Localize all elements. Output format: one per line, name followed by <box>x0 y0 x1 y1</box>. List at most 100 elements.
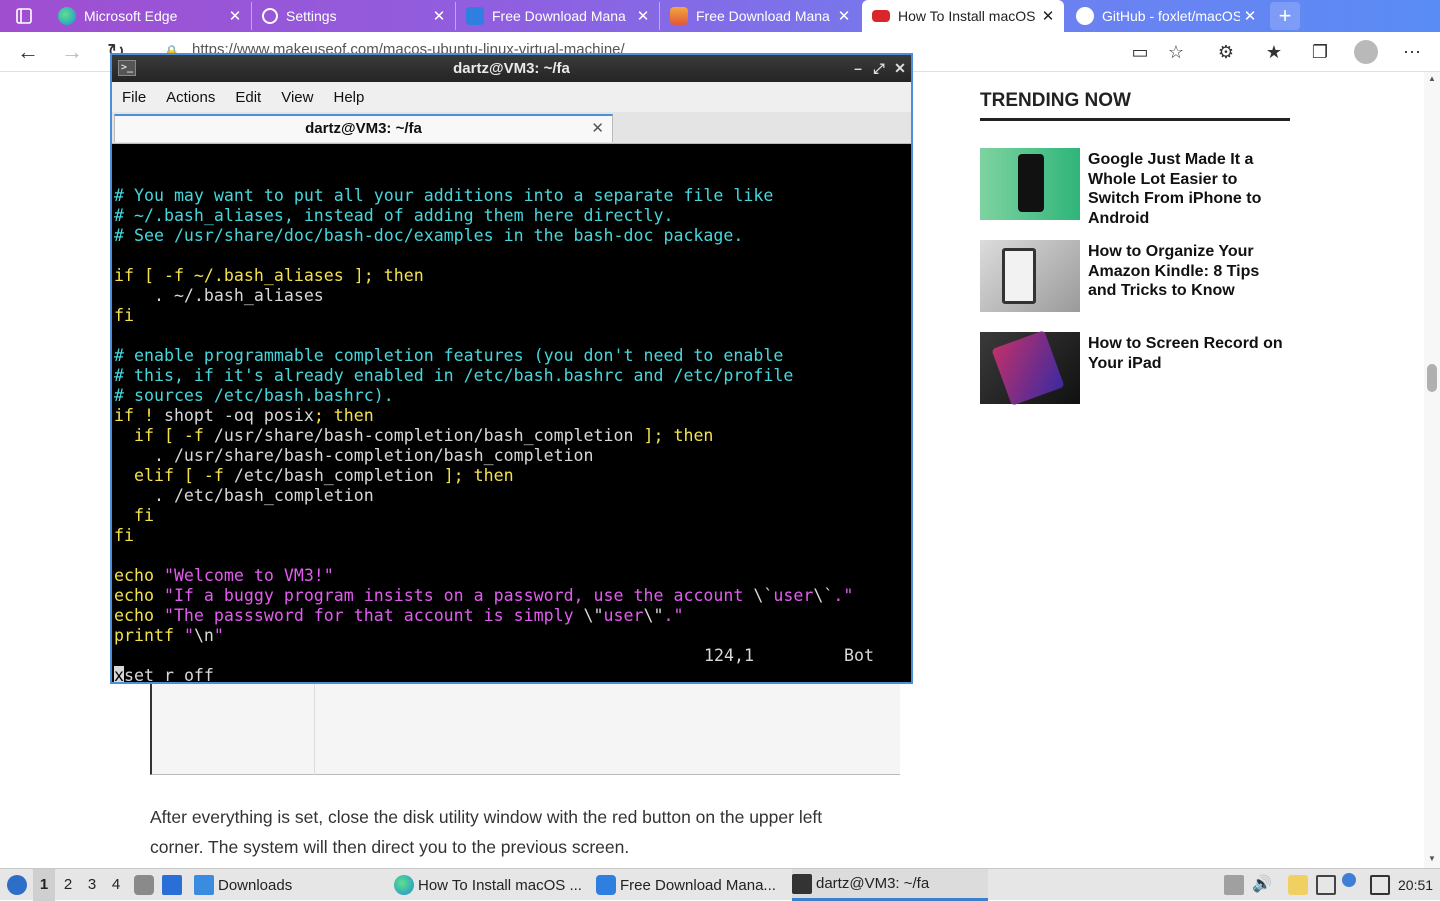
trending-article[interactable]: How to Screen Record on Your iPad <box>980 330 1290 406</box>
favorites-icon[interactable]: ★ <box>1262 40 1286 64</box>
scrollbar-thumb[interactable] <box>1427 364 1437 392</box>
menu-edit[interactable]: Edit <box>225 89 271 106</box>
terminal-menubar: File Actions Edit View Help <box>112 82 911 112</box>
task-terminal[interactable]: dartz@VM3: ~/fa <box>792 869 988 901</box>
terminal-text-segment: ]; then <box>633 426 714 445</box>
file-manager-launcher[interactable] <box>134 869 158 901</box>
tab-title: Free Download Mana <box>696 8 830 24</box>
menu-help[interactable]: Help <box>323 89 374 106</box>
terminal-tab[interactable]: dartz@VM3: ~/fa ✕ <box>114 114 613 142</box>
article-screenshot-image <box>150 680 900 775</box>
page-scrollbar[interactable]: ▲ ▼ <box>1424 72 1440 868</box>
tab-title: Free Download Mana <box>492 8 626 24</box>
terminal-tab-close-icon[interactable]: ✕ <box>591 116 604 142</box>
display-tray-icon[interactable] <box>1316 875 1336 895</box>
menu-actions[interactable]: Actions <box>156 89 225 106</box>
show-desktop-launcher[interactable] <box>162 869 186 901</box>
workspace-3[interactable]: 3 <box>81 869 103 901</box>
terminal-line: . /usr/share/bash-completion/bash_comple… <box>114 446 909 466</box>
tab-actions-icon <box>16 8 32 24</box>
terminal-text-segment: if [ -f ~/.bash_aliases ]; <box>114 266 384 285</box>
tab-github-foxlet[interactable]: GitHub - foxlet/macOS ✕ <box>1066 2 1266 30</box>
close-window-button[interactable]: ✕ <box>890 55 910 82</box>
trending-article-title[interactable]: How to Screen Record on Your iPad <box>1088 334 1290 404</box>
workspace-1[interactable]: 1 <box>33 869 55 901</box>
task-downloads[interactable]: Downloads <box>194 869 334 901</box>
tab-microsoft-edge[interactable]: Microsoft Edge ✕ <box>48 2 252 30</box>
terminal-text-segment: set r off <box>124 666 214 682</box>
tab-actions-button[interactable] <box>0 0 48 32</box>
reader-mode-icon[interactable]: ▭ <box>1128 40 1152 64</box>
tab-close-icon[interactable]: ✕ <box>1038 7 1058 25</box>
clipboard-tray-icon[interactable] <box>1224 875 1244 895</box>
terminal-text-segment: echo <box>114 566 164 585</box>
volume-icon[interactable]: 🔊 <box>1252 875 1272 895</box>
terminal-window-title: dartz@VM3: ~/fa <box>453 60 570 77</box>
tab-close-icon[interactable]: ✕ <box>633 7 653 25</box>
minimize-button[interactable]: – <box>848 55 868 82</box>
scroll-down-arrow[interactable]: ▼ <box>1424 854 1440 863</box>
terminal-line: # sources /etc/bash.bashrc). <box>114 386 909 406</box>
tab-settings[interactable]: Settings ✕ <box>252 2 456 30</box>
tab-close-icon[interactable]: ✕ <box>429 7 449 25</box>
forward-button[interactable]: → <box>58 38 86 66</box>
update-tray-icon[interactable] <box>1342 873 1356 887</box>
browser-tab-strip: Microsoft Edge ✕ Settings ✕ Free Downloa… <box>0 0 1440 32</box>
new-tab-button[interactable]: + <box>1270 2 1300 30</box>
fdm-icon <box>596 875 616 895</box>
trending-article[interactable]: How to Organize Your Amazon Kindle: 8 Ti… <box>980 240 1290 312</box>
terminal-text-segment: if ! <box>114 406 164 425</box>
cursor-position-status: 124,1 <box>704 646 754 665</box>
menu-file[interactable]: File <box>112 89 156 106</box>
terminal-text-segment: ." <box>833 586 854 605</box>
notes-tray-icon[interactable] <box>1288 875 1308 895</box>
start-menu-button[interactable] <box>4 869 30 901</box>
terminal-window[interactable]: >_ dartz@VM3: ~/fa – ⤢ ✕ File Actions Ed… <box>110 53 913 684</box>
workspace-2[interactable]: 2 <box>57 869 79 901</box>
task-free-download-manager[interactable]: Free Download Mana... <box>596 869 786 901</box>
trending-article-title[interactable]: How to Organize Your Amazon Kindle: 8 Ti… <box>1088 242 1290 312</box>
terminal-text-segment: /etc/bash_completion <box>233 466 434 485</box>
maximize-button[interactable]: ⤢ <box>869 55 889 82</box>
network-tray-icon[interactable] <box>1370 875 1390 895</box>
fdm-icon <box>466 7 484 25</box>
terminal-text-segment: ; then <box>313 406 374 425</box>
tab-close-icon[interactable]: ✕ <box>834 7 854 25</box>
tab-how-to-install-macos[interactable]: How To Install macOS ✕ <box>862 0 1064 32</box>
tab-close-icon[interactable]: ✕ <box>225 7 245 25</box>
extensions-icon[interactable]: ⚙ <box>1214 40 1238 64</box>
terminal-text-segment: "If a buggy program insists on a passwor… <box>163 586 754 605</box>
terminal-text-segment: \` <box>813 586 834 605</box>
more-menu-icon[interactable]: ⋯ <box>1400 40 1424 64</box>
tab-title: Settings <box>286 8 337 24</box>
tab-close-icon[interactable]: ✕ <box>1240 7 1260 25</box>
terminal-line: # enable programmable completion feature… <box>114 346 909 366</box>
add-favorite-icon[interactable]: ☆ <box>1164 40 1188 64</box>
fdm-store-icon <box>670 7 688 25</box>
terminal-text-segment: \" <box>583 606 604 625</box>
edge-icon <box>58 7 76 25</box>
article-thumbnail <box>980 148 1080 220</box>
terminal-text-segment: ." <box>663 606 684 625</box>
terminal-text-segment: # You may want to put all your additions… <box>114 186 774 205</box>
back-button[interactable]: ← <box>14 38 42 66</box>
trending-article[interactable]: Google Just Made It a Whole Lot Easier t… <box>980 148 1290 227</box>
tab-free-download-manager-1[interactable]: Free Download Mana ✕ <box>456 2 660 30</box>
scroll-up-arrow[interactable]: ▲ <box>1424 74 1440 83</box>
terminal-line: # ~/.bash_aliases, instead of adding the… <box>114 206 909 226</box>
profile-avatar[interactable] <box>1354 40 1378 64</box>
menu-view[interactable]: View <box>271 89 323 106</box>
task-edge-browser[interactable]: How To Install macOS ... <box>394 869 590 901</box>
clock[interactable]: 20:51 <box>1398 869 1433 901</box>
terminal-text-segment: \" <box>643 606 664 625</box>
terminal-text-area[interactable]: # You may want to put all your additions… <box>114 146 909 682</box>
terminal-titlebar[interactable]: >_ dartz@VM3: ~/fa – ⤢ ✕ <box>112 55 911 82</box>
collections-icon[interactable]: ❐ <box>1308 40 1332 64</box>
workspace-4[interactable]: 4 <box>105 869 127 901</box>
trending-article-title[interactable]: Google Just Made It a Whole Lot Easier t… <box>1088 150 1290 227</box>
terminal-line: echo "The passsword for that account is … <box>114 606 909 626</box>
task-label: How To Install macOS ... <box>418 876 582 894</box>
terminal-tab-bar: dartz@VM3: ~/fa ✕ <box>112 112 911 144</box>
tab-free-download-manager-2[interactable]: Free Download Mana ✕ <box>660 2 860 30</box>
article-paragraph: After everything is set, close the disk … <box>150 807 823 857</box>
